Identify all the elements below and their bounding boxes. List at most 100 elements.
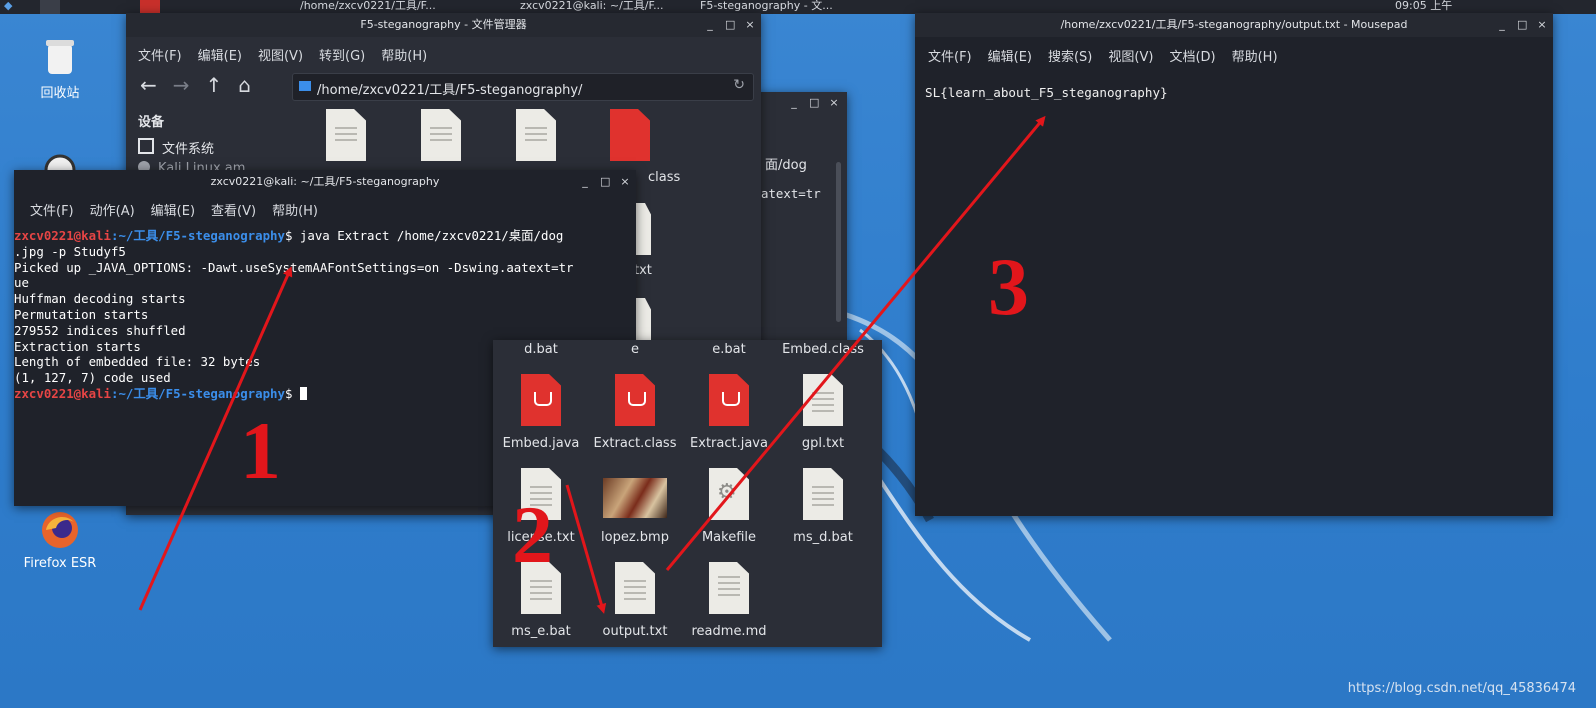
kali-menu-icon[interactable]: ◆ bbox=[4, 0, 18, 14]
location-path: /home/zxcv0221/工具/F5-steganography/ bbox=[317, 83, 583, 98]
partial-text: atext=tr bbox=[761, 186, 821, 201]
menu-edit[interactable]: 编辑(E) bbox=[980, 46, 1040, 65]
reload-icon[interactable]: ↻ bbox=[733, 77, 745, 93]
markdown-file-icon[interactable] bbox=[709, 562, 749, 614]
home-icon[interactable]: ⌂ bbox=[238, 73, 251, 97]
maximize-icon[interactable]: □ bbox=[725, 19, 735, 30]
window-controls: _ □ × bbox=[789, 92, 839, 115]
desktop-icon-label: 回收站 bbox=[40, 86, 80, 101]
image-thumbnail[interactable] bbox=[603, 478, 667, 518]
file-icon[interactable] bbox=[421, 109, 461, 161]
minimize-icon[interactable]: _ bbox=[1497, 19, 1507, 30]
java-file-icon[interactable] bbox=[521, 374, 561, 426]
partial-label: class bbox=[648, 170, 681, 185]
window-controls: _ □ × bbox=[1497, 13, 1547, 37]
clock: 09:05 上午 bbox=[1395, 0, 1453, 12]
up-arrow-icon[interactable]: ↑ bbox=[206, 73, 223, 97]
output-line: Picked up _JAVA_OPTIONS: -Dawt.useSystem… bbox=[14, 259, 574, 275]
prompt-symbol: $ bbox=[284, 385, 293, 401]
output-line: Length of embedded file: 32 bytes bbox=[14, 354, 261, 370]
terminal-output[interactable]: zxcv0221@kali:~/工具/F5-steganography$ jav… bbox=[14, 228, 574, 402]
taskbar-icon-files[interactable] bbox=[40, 0, 60, 14]
output-line: (1, 127, 7) code used bbox=[14, 370, 171, 386]
location-bar[interactable]: /home/zxcv0221/工具/F5-steganography/ ↻ bbox=[292, 73, 754, 101]
annotation-number-3: 3 bbox=[988, 241, 1029, 332]
top-taskbar: ◆ /home/zxcv0221/工具/F... zxcv0221@kali: … bbox=[0, 0, 1596, 14]
prompt-user: zxcv0221@kali bbox=[14, 385, 111, 401]
minimize-icon[interactable]: _ bbox=[580, 176, 590, 187]
sidebar-item-label: 文件系统 bbox=[162, 142, 215, 157]
close-icon[interactable]: × bbox=[1537, 19, 1547, 30]
gear-icon: ⚙ bbox=[717, 480, 737, 505]
menu-search[interactable]: 搜索(S) bbox=[1040, 46, 1100, 65]
output-line: Permutation starts bbox=[14, 306, 149, 322]
close-icon[interactable]: × bbox=[829, 97, 839, 108]
editor-content[interactable]: SL{learn_about_F5_steganography} bbox=[925, 85, 1168, 100]
window-title: zxcv0221@kali: ~/工具/F5-steganography bbox=[14, 170, 636, 194]
makefile-icon[interactable]: ⚙ bbox=[709, 468, 749, 520]
close-icon[interactable]: × bbox=[620, 176, 630, 187]
menu-file[interactable]: 文件(F) bbox=[22, 200, 82, 219]
maximize-icon[interactable]: □ bbox=[1517, 19, 1527, 30]
maximize-icon[interactable]: □ bbox=[600, 176, 610, 187]
file-icon[interactable] bbox=[516, 109, 556, 161]
nav-toolbar: ← → ↑ ⌂ bbox=[140, 73, 251, 97]
desktop-icon-firefox[interactable]: Firefox ESR bbox=[15, 508, 105, 571]
menu-file[interactable]: 文件(F) bbox=[920, 46, 980, 65]
text-file-icon[interactable] bbox=[803, 374, 843, 426]
scrollbar[interactable] bbox=[836, 162, 841, 322]
file-label[interactable]: ms_d.bat bbox=[768, 530, 878, 545]
java-file-icon[interactable] bbox=[709, 374, 749, 426]
coffee-cup-icon bbox=[628, 392, 646, 406]
text-file-icon[interactable] bbox=[615, 562, 655, 614]
menu-edit[interactable]: 编辑(E) bbox=[190, 45, 250, 64]
drive-icon bbox=[138, 138, 154, 154]
file-label[interactable]: readme.md bbox=[674, 624, 784, 639]
forward-arrow-icon[interactable]: → bbox=[173, 73, 190, 97]
window-title: F5-steganography - 文件管理器 bbox=[126, 13, 761, 37]
background-window: _ □ × 面/dog atext=tr bbox=[755, 92, 847, 352]
trash-icon bbox=[46, 40, 74, 74]
prompt-path: :~/工具/F5-steganography bbox=[110, 385, 285, 401]
command-text: java Extract /home/zxcv0221/桌面/dog bbox=[292, 228, 564, 243]
text-file-icon[interactable] bbox=[803, 468, 843, 520]
menu-help[interactable]: 帮助(H) bbox=[373, 45, 435, 64]
menu-document[interactable]: 文档(D) bbox=[1161, 46, 1223, 65]
file-label[interactable]: gpl.txt bbox=[768, 436, 878, 451]
back-arrow-icon[interactable]: ← bbox=[140, 73, 157, 97]
window-title: /home/zxcv0221/工具/F5-steganography/outpu… bbox=[915, 13, 1553, 37]
output-line: .jpg -p Studyf5 bbox=[14, 243, 126, 259]
sidebar-header: 设备 bbox=[138, 115, 165, 130]
menu-file[interactable]: 文件(F) bbox=[130, 45, 190, 64]
prompt-user: zxcv0221@kali bbox=[14, 228, 111, 243]
menu-bar: 文件(F) 编辑(E) 搜索(S) 视图(V) 文档(D) 帮助(H) bbox=[920, 46, 1553, 65]
taskbar-task-2[interactable]: zxcv0221@kali: ~/工具/F... bbox=[520, 0, 690, 14]
menu-bar: 文件(F) 动作(A) 编辑(E) 查看(V) 帮助(H) bbox=[22, 200, 636, 219]
menu-edit[interactable]: 编辑(E) bbox=[143, 200, 203, 219]
coffee-cup-icon bbox=[534, 392, 552, 406]
menu-help[interactable]: 帮助(H) bbox=[264, 200, 326, 219]
menu-view[interactable]: 视图(V) bbox=[250, 45, 311, 64]
taskbar-icon-app[interactable] bbox=[140, 0, 160, 14]
minimize-icon[interactable]: _ bbox=[789, 97, 799, 108]
sidebar-item-filesystem[interactable]: 文件系统 bbox=[138, 138, 288, 157]
menu-view[interactable]: 视图(V) bbox=[1100, 46, 1161, 65]
menu-bar: 文件(F) 编辑(E) 视图(V) 转到(G) 帮助(H) bbox=[130, 45, 761, 64]
menu-help[interactable]: 帮助(H) bbox=[1224, 46, 1286, 65]
minimize-icon[interactable]: _ bbox=[705, 19, 715, 30]
maximize-icon[interactable]: □ bbox=[809, 97, 819, 108]
desktop-icon-trash[interactable]: 回收站 bbox=[15, 34, 105, 101]
taskbar-task-3[interactable]: F5-steganography - 文... bbox=[700, 0, 900, 14]
file-icon[interactable] bbox=[326, 109, 366, 161]
close-icon[interactable]: × bbox=[745, 19, 755, 30]
output-line: Extraction starts bbox=[14, 338, 141, 354]
java-file-icon[interactable] bbox=[610, 109, 650, 161]
java-file-icon[interactable] bbox=[615, 374, 655, 426]
partial-text: 面/dog bbox=[765, 158, 807, 173]
file-label[interactable]: Embed.class bbox=[768, 342, 878, 357]
watermark: https://blog.csdn.net/qq_45836474 bbox=[1347, 681, 1576, 696]
menu-action[interactable]: 动作(A) bbox=[82, 200, 143, 219]
firefox-icon bbox=[42, 512, 78, 548]
menu-go[interactable]: 转到(G) bbox=[311, 45, 373, 64]
menu-view[interactable]: 查看(V) bbox=[203, 200, 264, 219]
